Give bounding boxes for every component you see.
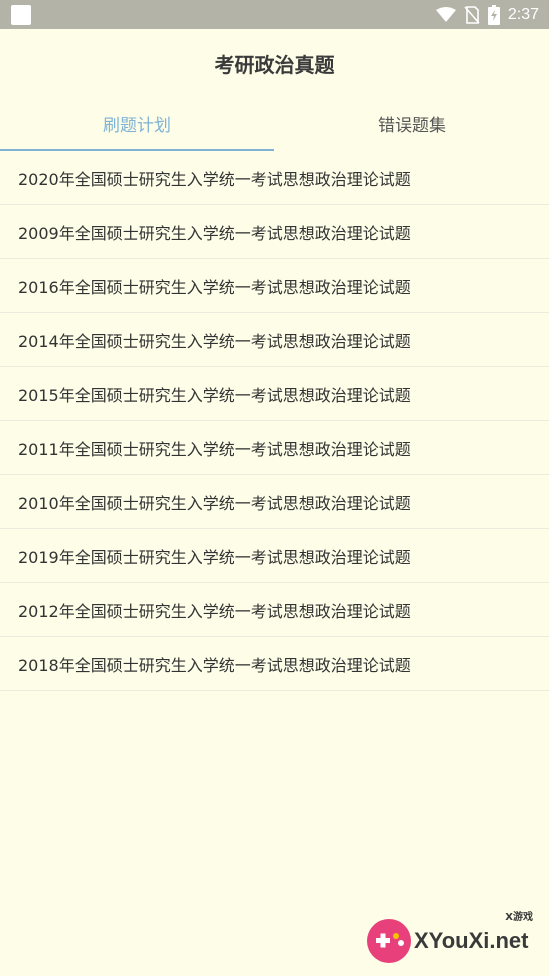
list-item[interactable]: 2016年全国硕士研究生入学统一考试思想政治理论试题	[0, 259, 549, 313]
app-icon	[11, 5, 31, 25]
wifi-icon	[435, 6, 456, 22]
list-item[interactable]: 2014年全国硕士研究生入学统一考试思想政治理论试题	[0, 313, 549, 367]
list-item[interactable]: 2020年全国硕士研究生入学统一考试思想政治理论试题	[0, 151, 549, 205]
status-bar: 2:37	[0, 0, 549, 29]
no-sim-icon	[464, 5, 480, 24]
list-item[interactable]: 2019年全国硕士研究生入学统一考试思想政治理论试题	[0, 529, 549, 583]
list-item[interactable]: 2015年全国硕士研究生入学统一考试思想政治理论试题	[0, 367, 549, 421]
watermark: XYouXi.net X游戏	[364, 908, 539, 968]
list-item[interactable]: 2018年全国硕士研究生入学统一考试思想政治理论试题	[0, 637, 549, 691]
battery-icon	[487, 4, 500, 25]
list-item[interactable]: 2011年全国硕士研究生入学统一考试思想政治理论试题	[0, 421, 549, 475]
status-time: 2:37	[507, 5, 539, 23]
status-icons: 2:37	[435, 0, 539, 29]
list-item[interactable]: 2010年全国硕士研究生入学统一考试思想政治理论试题	[0, 475, 549, 529]
list-item[interactable]: 2012年全国硕士研究生入学统一考试思想政治理论试题	[0, 583, 549, 637]
watermark-small-text: X游戏	[505, 912, 533, 923]
header: 考研政治真题	[0, 29, 549, 95]
tab-wrong-questions[interactable]: 错误题集	[275, 95, 549, 151]
gamepad-logo-icon	[367, 919, 411, 963]
exam-list: 2020年全国硕士研究生入学统一考试思想政治理论试题 2009年全国硕士研究生入…	[0, 151, 549, 691]
page-title: 考研政治真题	[214, 53, 335, 77]
tab-practice-plan[interactable]: 刷题计划	[0, 95, 274, 151]
tab-bar: 刷题计划 错误题集	[0, 95, 549, 151]
watermark-text: XYouXi.net	[414, 928, 529, 953]
list-item[interactable]: 2009年全国硕士研究生入学统一考试思想政治理论试题	[0, 205, 549, 259]
